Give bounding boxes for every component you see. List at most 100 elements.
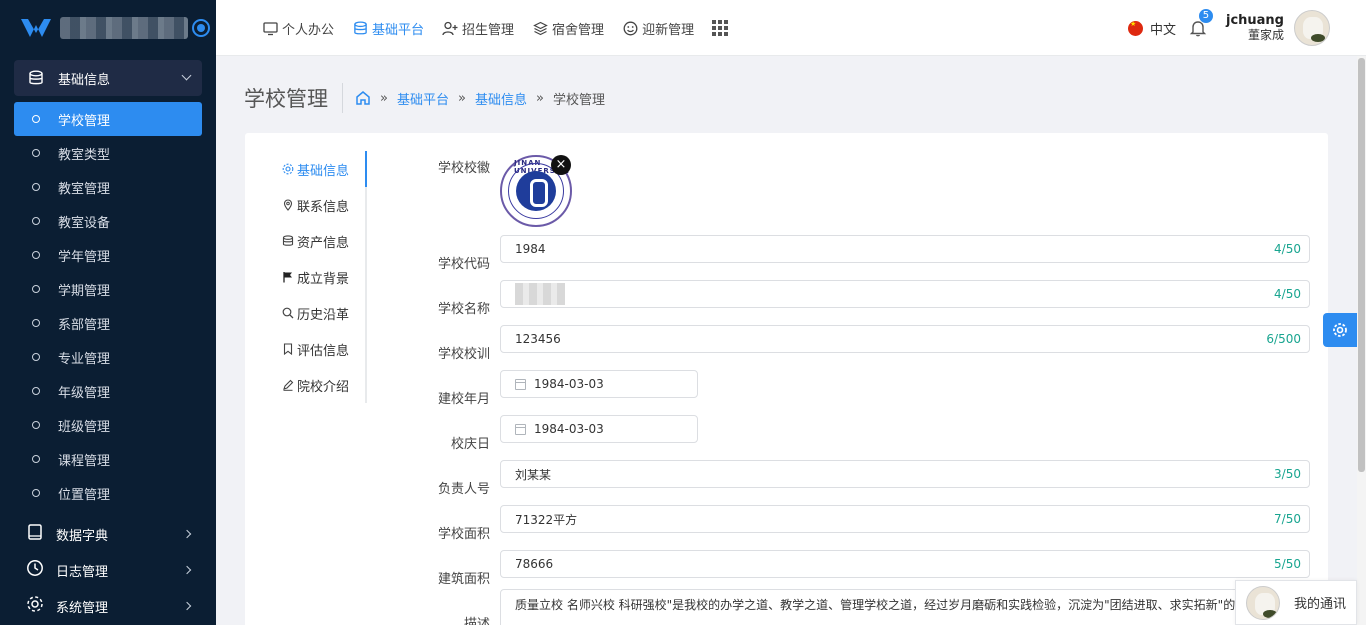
- description-textarea[interactable]: 质量立校 名师兴校 科研强校"是我校的办学之道、教学之道、管理学校之道，经过岁月…: [500, 589, 1310, 625]
- char-counter: 5/50: [1274, 557, 1301, 571]
- tab-label: 历史沿革: [297, 307, 350, 323]
- nav-label: 基础平台: [372, 22, 425, 38]
- breadcrumb-basic-platform[interactable]: 基础平台: [397, 89, 449, 108]
- menu-group-basic-info[interactable]: 基础信息: [14, 60, 202, 96]
- sidebar-item-grade[interactable]: 年级管理: [14, 374, 202, 408]
- sidebar-item-label: 专业管理: [58, 351, 111, 367]
- school-name-input[interactable]: 4/50: [500, 280, 1310, 308]
- tab-contact-info[interactable]: 联系信息: [281, 187, 365, 223]
- sidebar-item-label: 教室管理: [58, 181, 111, 197]
- avatar[interactable]: [1294, 10, 1330, 46]
- circle-icon: [32, 353, 40, 361]
- database-icon: [352, 20, 368, 36]
- sidebar-item-label: 系部管理: [58, 317, 111, 333]
- char-counter: 4/50: [1274, 287, 1301, 301]
- building-area-label: 建筑面积: [437, 572, 490, 587]
- school-area-value: 71322平方: [515, 512, 578, 527]
- sidebar-item-classroom[interactable]: 教室管理: [14, 170, 202, 204]
- remove-emblem-button[interactable]: ×: [551, 155, 571, 175]
- tab-label: 成立背景: [297, 271, 350, 287]
- sidebar-item-label: 课程管理: [58, 453, 111, 469]
- menu-group-label: 基础信息: [58, 72, 111, 88]
- tab-history[interactable]: 历史沿革: [281, 295, 365, 331]
- sidebar-item-school-year[interactable]: 学年管理: [14, 238, 202, 272]
- page-title: 学校管理: [244, 83, 343, 113]
- nav-dormitory[interactable]: 宿舍管理: [532, 19, 604, 38]
- language-label: 中文: [1149, 22, 1176, 38]
- circle-icon: [32, 149, 40, 157]
- sidebar-item-classroom-type[interactable]: 教室类型: [14, 136, 202, 170]
- sidebar-item-semester[interactable]: 学期管理: [14, 272, 202, 306]
- home-icon[interactable]: [355, 90, 371, 106]
- sidebar-item-course[interactable]: 课程管理: [14, 442, 202, 476]
- settings-drawer-button[interactable]: [1323, 313, 1357, 347]
- notification-badge: 5: [1197, 8, 1214, 24]
- sidebar-item-school[interactable]: 学校管理: [14, 102, 202, 136]
- menu-data-dictionary[interactable]: 数据字典: [0, 516, 216, 552]
- circle-icon: [32, 251, 40, 259]
- language-switcher[interactable]: 中文: [1127, 19, 1176, 38]
- leader-label: 负责人号: [437, 482, 490, 497]
- sidebar-item-class[interactable]: 班级管理: [14, 408, 202, 442]
- chevron-right-icon: [182, 601, 192, 611]
- school-code-input[interactable]: 1984 4/50: [500, 235, 1310, 263]
- tab-asset-info[interactable]: 资产信息: [281, 223, 365, 259]
- founded-date-picker[interactable]: 1984-03-03: [500, 370, 698, 398]
- tab-founding-background[interactable]: 成立背景: [281, 259, 365, 295]
- user-real-name: 董家成: [1247, 28, 1284, 42]
- menu-system-management[interactable]: 系统管理: [0, 588, 216, 624]
- logo-text-blurred: [60, 17, 188, 39]
- chat-widget[interactable]: 我的通讯: [1235, 580, 1357, 625]
- location-icon: [281, 199, 294, 212]
- char-counter: 6/500: [1266, 332, 1301, 346]
- code-label: 学校代码: [437, 257, 490, 272]
- tab-basic-info[interactable]: 基础信息: [281, 151, 367, 187]
- user-name: jchuang: [1225, 13, 1284, 28]
- header-right: 中文 5 jchuang 董家成: [1127, 0, 1330, 56]
- page-scrollbar[interactable]: [1357, 56, 1366, 625]
- nav-personal-office[interactable]: 个人办公: [262, 19, 334, 38]
- tab-label: 基础信息: [297, 163, 350, 179]
- anniversary-date-picker[interactable]: 1984-03-03: [500, 415, 698, 443]
- menu-log-management[interactable]: 日志管理: [0, 552, 216, 588]
- user-info[interactable]: jchuang 董家成: [1226, 13, 1284, 43]
- tab-evaluation-info[interactable]: 评估信息: [281, 331, 365, 367]
- menu-label: 数据字典: [56, 528, 109, 544]
- building-area-input[interactable]: 78666 5/50: [500, 550, 1310, 578]
- circle-icon: [32, 455, 40, 463]
- school-motto-input[interactable]: 123456 6/500: [500, 325, 1310, 353]
- chat-avatar: [1246, 585, 1280, 620]
- char-counter: 3/50: [1274, 467, 1301, 481]
- pen-icon: [281, 379, 294, 392]
- target-icon[interactable]: [192, 19, 210, 37]
- description-value: 质量立校 名师兴校 科研强校"是我校的办学之道、教学之道、管理学校之道，经过岁月…: [515, 598, 1248, 612]
- notifications-button[interactable]: 5: [1188, 8, 1214, 38]
- circle-icon: [32, 285, 40, 293]
- sidebar-item-label: 教室设备: [58, 215, 111, 231]
- nav-label: 个人办公: [282, 22, 335, 38]
- layers-icon: [532, 20, 548, 36]
- sidebar-item-classroom-equipment[interactable]: 教室设备: [14, 204, 202, 238]
- gear-icon: [26, 595, 44, 617]
- tab-label: 评估信息: [297, 343, 350, 359]
- sidebar-item-major[interactable]: 专业管理: [14, 340, 202, 374]
- menu-label: 日志管理: [56, 564, 109, 580]
- leader-value: 刘某某: [515, 467, 552, 482]
- apps-grid-button[interactable]: [712, 20, 729, 36]
- tab-school-introduction[interactable]: 院校介绍: [281, 367, 365, 403]
- tab-label: 院校介绍: [297, 379, 350, 395]
- sidebar-item-department[interactable]: 系部管理: [14, 306, 202, 340]
- menu-label: 系统管理: [56, 600, 109, 616]
- chat-label: 我的通讯: [1294, 597, 1347, 612]
- breadcrumb-basic-info[interactable]: 基础信息: [475, 89, 527, 108]
- sidebar-item-label: 学年管理: [58, 249, 111, 265]
- scrollbar-thumb[interactable]: [1358, 58, 1365, 472]
- school-area-input[interactable]: 71322平方 7/50: [500, 505, 1310, 533]
- nav-welcome[interactable]: 迎新管理: [622, 19, 694, 38]
- sidebar-item-location[interactable]: 位置管理: [14, 476, 202, 510]
- nav-admissions[interactable]: 招生管理: [442, 19, 514, 38]
- top-nav: 个人办公 基础平台 招生管理 宿舍管理 迎新管理: [262, 0, 746, 56]
- nav-basic-platform[interactable]: 基础平台: [352, 19, 424, 38]
- chevron-down-icon: [181, 70, 192, 81]
- leader-input[interactable]: 刘某某 3/50: [500, 460, 1310, 488]
